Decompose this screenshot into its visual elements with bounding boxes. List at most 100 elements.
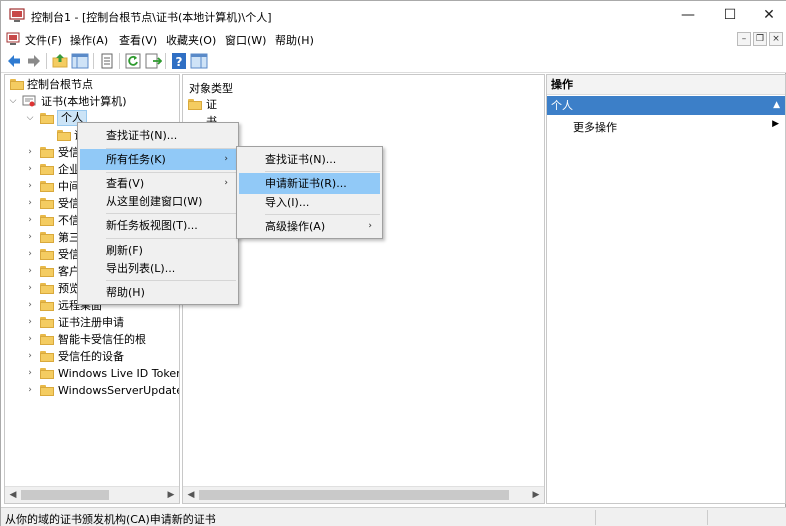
folder-icon: [40, 113, 54, 124]
menu-window[interactable]: 窗口(W): [225, 32, 266, 48]
menu-separator: [106, 238, 236, 239]
expand-chevron-icon[interactable]: ›: [25, 178, 35, 195]
expand-chevron-icon[interactable]: ›: [25, 297, 35, 314]
menu-view[interactable]: 查看(V): [119, 32, 157, 48]
menu-separator: [265, 171, 380, 172]
folder-icon: [40, 317, 54, 328]
column-header-object-type[interactable]: 对象类型: [189, 80, 233, 96]
folder-icon: [10, 79, 24, 90]
show-hide-action-pane-icon[interactable]: [190, 52, 208, 70]
toolbar-separator: [93, 53, 94, 69]
forward-icon[interactable]: [25, 52, 43, 70]
expand-chevron-icon[interactable]: ›: [25, 212, 35, 229]
tree-label: 控制台根节点: [27, 78, 93, 91]
expand-chevron-icon[interactable]: ›: [25, 195, 35, 212]
help-icon[interactable]: ?: [170, 52, 188, 70]
ctx-help[interactable]: 帮助(H): [80, 282, 236, 303]
svg-text:?: ?: [176, 55, 183, 69]
section-label: 个人: [551, 99, 573, 112]
toolbar-separator: [119, 53, 120, 69]
folder-icon: [40, 368, 54, 379]
mdi-minimize-button[interactable]: –: [737, 32, 751, 46]
scroll-right-icon[interactable]: ▶: [528, 487, 544, 503]
menu-help[interactable]: 帮助(H): [275, 32, 314, 48]
properties-icon[interactable]: [98, 52, 116, 70]
menu-separator: [265, 214, 380, 215]
collapse-chevron-icon[interactable]: ⌵: [25, 110, 35, 127]
collapse-up-icon[interactable]: ▲: [773, 96, 780, 115]
tree-label: Windows Live ID Token Issuer: [58, 367, 180, 380]
scroll-right-icon[interactable]: ▶: [163, 487, 179, 503]
expand-chevron-icon[interactable]: ›: [25, 161, 35, 178]
folder-icon: [188, 99, 202, 110]
tree-horizontal-scrollbar[interactable]: ◀ ▶: [5, 486, 179, 503]
sub-import[interactable]: 导入(I)...: [239, 192, 380, 213]
ctx-export-list[interactable]: 导出列表(L)...: [80, 258, 236, 279]
console-app-icon: [9, 8, 25, 22]
mmc-window: 控制台1 - [控制台根节点\证书(本地计算机)\个人] — ☐ ✕ 文件(F)…: [0, 0, 786, 526]
folder-icon: [40, 385, 54, 396]
expand-chevron-icon[interactable]: ›: [25, 314, 35, 331]
folder-icon: [40, 334, 54, 345]
export-list-icon[interactable]: [144, 52, 162, 70]
tree-label: WindowsServerUpdateServices: [58, 384, 179, 397]
submenu-arrow-icon: ›: [368, 221, 372, 231]
expand-chevron-icon[interactable]: ›: [25, 229, 35, 246]
expand-chevron-icon[interactable]: ›: [25, 280, 35, 297]
scroll-left-icon[interactable]: ◀: [183, 487, 199, 503]
sub-find-certificates[interactable]: 查找证书(N)...: [239, 149, 380, 170]
results-horizontal-scrollbar[interactable]: ◀ ▶: [183, 486, 544, 503]
ctx-new-taskpad-view[interactable]: 新任务板视图(T)...: [80, 215, 236, 236]
scroll-thumb[interactable]: [199, 490, 509, 500]
sub-advanced-label: 高级操作(A): [265, 220, 326, 233]
sub-request-new-certificate[interactable]: 申请新证书(R)...: [239, 173, 380, 194]
expand-chevron-icon[interactable]: ›: [25, 331, 35, 348]
expand-chevron-icon[interactable]: ›: [25, 246, 35, 263]
console-menu-icon[interactable]: [6, 32, 20, 46]
menu-separator: [106, 280, 236, 281]
sub-advanced-operations[interactable]: 高级操作(A) ›: [239, 216, 380, 237]
folder-icon: [40, 249, 54, 260]
window-title: 控制台1 - [控制台根节点\证书(本地计算机)\个人]: [31, 11, 272, 24]
folder-icon: [40, 198, 54, 209]
ctx-all-tasks[interactable]: 所有任务(K) ›: [80, 149, 236, 170]
expand-chevron-icon[interactable]: ›: [25, 144, 35, 161]
mdi-restore-button[interactable]: ❐: [753, 32, 767, 46]
actions-title: 操作: [547, 75, 785, 95]
scroll-thumb[interactable]: [21, 490, 109, 500]
close-button[interactable]: ✕: [746, 1, 786, 30]
folder-icon: [40, 181, 54, 192]
submenu-all-tasks: 查找证书(N)... 申请新证书(R)... 导入(I)... 高级操作(A) …: [236, 146, 383, 239]
folder-icon: [40, 232, 54, 243]
show-hide-tree-icon[interactable]: [71, 52, 89, 70]
toolbar-separator: [165, 53, 166, 69]
toolbar: ?: [1, 49, 786, 73]
mdi-controls: – ❐ ×: [737, 30, 783, 49]
folder-icon: [40, 266, 54, 277]
actions-section-personal[interactable]: 个人 ▲: [547, 96, 785, 115]
expand-chevron-icon[interactable]: ›: [25, 382, 35, 399]
mdi-close-button[interactable]: ×: [769, 32, 783, 46]
expand-chevron-icon[interactable]: ›: [25, 348, 35, 365]
menu-bar: 文件(F) 操作(A) 查看(V) 收藏夹(O) 窗口(W) 帮助(H) – ❐…: [1, 30, 786, 49]
menu-file[interactable]: 文件(F): [25, 32, 62, 48]
back-icon[interactable]: [5, 52, 23, 70]
minimize-button[interactable]: —: [665, 1, 711, 30]
context-menu: 查找证书(N)... 所有任务(K) › 查看(V) › 从这里创建窗口(W) …: [77, 122, 239, 305]
folder-icon: [40, 215, 54, 226]
menu-favorites[interactable]: 收藏夹(O): [166, 32, 216, 48]
up-folder-icon[interactable]: [51, 52, 69, 70]
expand-chevron-icon[interactable]: ›: [25, 365, 35, 382]
more-actions-item[interactable]: 更多操作: [573, 119, 617, 135]
status-divider: [707, 510, 708, 525]
status-text: 从你的域的证书颁发机构(CA)申请新的证书: [5, 513, 216, 526]
collapse-chevron-icon[interactable]: ⌵: [8, 93, 18, 110]
expand-chevron-icon[interactable]: ›: [25, 263, 35, 280]
scroll-left-icon[interactable]: ◀: [5, 487, 21, 503]
ctx-new-window-from-here[interactable]: 从这里创建窗口(W): [80, 191, 236, 212]
refresh-icon[interactable]: [124, 52, 142, 70]
menu-action[interactable]: 操作(A): [70, 32, 108, 48]
ctx-find-certificates[interactable]: 查找证书(N)...: [80, 125, 236, 146]
toolbar-separator: [46, 53, 47, 69]
tree-label: 智能卡受信任的根: [58, 333, 146, 346]
